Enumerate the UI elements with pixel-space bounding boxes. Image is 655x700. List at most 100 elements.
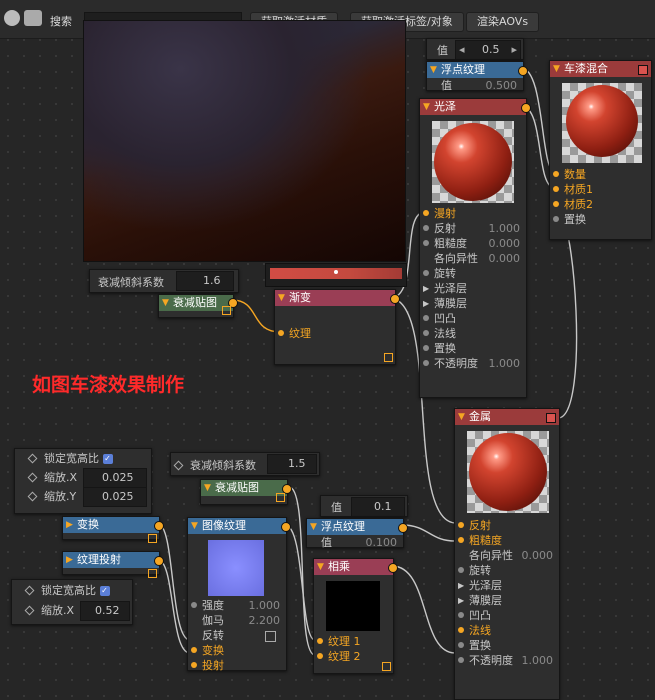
input-thin-film[interactable]: ▶ 薄膜层 bbox=[455, 593, 559, 608]
input-diffuse[interactable]: 漫射 bbox=[420, 206, 526, 221]
falloff-map-node-bottom[interactable]: ▼ 衰减贴图 bbox=[200, 479, 292, 505]
output-port[interactable] bbox=[154, 556, 164, 566]
node-title: 相乘 bbox=[328, 560, 350, 573]
falloff-param-panel-top[interactable]: 衰减倾斜系数 1.6 bbox=[89, 269, 239, 293]
collapse-icon[interactable]: ▼ bbox=[278, 290, 285, 306]
projection-params-panel[interactable]: 锁定宽高比 ✓ 缩放.X 0.52 bbox=[11, 579, 133, 625]
output-port[interactable] bbox=[388, 563, 398, 573]
input-opacity[interactable]: 不透明度 1.000 bbox=[455, 653, 559, 668]
scale-y-field[interactable]: 0.025 bbox=[83, 487, 147, 507]
gradient-node[interactable]: ▼ 渐变 纹理 bbox=[274, 289, 400, 365]
input-texture[interactable]: 纹理 bbox=[275, 326, 395, 341]
input-anisotropy[interactable]: 各向异性 0.000 bbox=[420, 251, 526, 266]
input-invert[interactable]: 反转 bbox=[188, 628, 286, 643]
gradient-knot-icon[interactable] bbox=[334, 270, 338, 274]
collapse-icon[interactable]: ▼ bbox=[317, 559, 324, 575]
input-displacement[interactable]: 置换 bbox=[420, 341, 526, 356]
input-reflection[interactable]: 反射 bbox=[455, 518, 559, 533]
input-projection[interactable]: 投射 bbox=[188, 658, 286, 673]
collapse-icon[interactable]: ▼ bbox=[162, 295, 169, 311]
resize-handle-icon[interactable] bbox=[222, 306, 231, 315]
lock-aspect-row[interactable]: 锁定宽高比 ✓ bbox=[12, 583, 132, 598]
collapse-icon[interactable]: ▼ bbox=[458, 409, 465, 425]
lock-aspect-checkbox[interactable]: ✓ bbox=[99, 586, 110, 596]
output-port[interactable] bbox=[398, 523, 408, 533]
texture-projection-node[interactable]: ▶ 纹理投射 bbox=[62, 551, 164, 578]
input-reflection[interactable]: 反射 1.000 bbox=[420, 221, 526, 236]
value-node-bottom[interactable]: 值 0.1 bbox=[320, 495, 408, 517]
collapse-icon[interactable]: ▶ bbox=[66, 552, 73, 568]
input-coating[interactable]: ▶ 光泽层 bbox=[420, 281, 526, 296]
invert-checkbox[interactable] bbox=[265, 631, 276, 642]
input-transform[interactable]: 变换 bbox=[188, 643, 286, 658]
resize-handle-icon[interactable] bbox=[382, 662, 391, 671]
input-opacity[interactable]: 不透明度 1.000 bbox=[420, 356, 526, 371]
resize-handle-icon[interactable] bbox=[148, 534, 157, 543]
input-thin-film[interactable]: ▶ 薄膜层 bbox=[420, 296, 526, 311]
chevron-left-icon[interactable]: ◂ bbox=[459, 41, 465, 59]
car-paint-mix-node[interactable]: ▼ 车漆混合 数量 材质1 材质2 置换 bbox=[549, 60, 652, 240]
input-bump[interactable]: 凹凸 bbox=[455, 608, 559, 623]
value-node-top[interactable]: 值 ◂ 0.5 ▸ bbox=[426, 38, 524, 60]
scale-x-row[interactable]: 缩放.X 0.025 bbox=[15, 468, 151, 488]
collapse-icon[interactable]: ▼ bbox=[553, 61, 560, 77]
output-port[interactable] bbox=[638, 65, 648, 75]
render-preview[interactable] bbox=[83, 20, 406, 262]
input-displacement[interactable]: 置换 bbox=[455, 638, 559, 653]
output-port[interactable] bbox=[521, 103, 531, 113]
metal-node[interactable]: ▼ 金属 反射 粗糙度 各向异性 0.000 旋转 ▶ 光泽层 ▶ 薄膜层 凹凸 法线 … bbox=[454, 408, 560, 700]
input-roughness[interactable]: 粗糙度 bbox=[455, 533, 559, 548]
output-port[interactable] bbox=[546, 413, 556, 423]
multiply-node[interactable]: ▼ 相乘 纹理 1 纹理 2 bbox=[313, 558, 398, 674]
resize-handle-icon[interactable] bbox=[276, 493, 285, 502]
value-field[interactable]: 0.5 bbox=[482, 41, 500, 59]
input-material-2[interactable]: 材质2 bbox=[550, 197, 651, 212]
output-port[interactable] bbox=[518, 66, 528, 76]
falloff-param-field[interactable]: 1.5 bbox=[267, 454, 317, 474]
transform-params-panel[interactable]: 锁定宽高比 ✓ 缩放.X 0.025 缩放.Y 0.025 bbox=[14, 448, 152, 514]
chevron-right-icon[interactable]: ▸ bbox=[511, 41, 517, 59]
falloff-map-node-top[interactable]: ▼ 衰减贴图 bbox=[158, 294, 238, 318]
input-displacement[interactable]: 置换 bbox=[550, 212, 651, 227]
collapse-icon[interactable]: ▼ bbox=[204, 480, 211, 496]
collapse-icon[interactable]: ▼ bbox=[423, 99, 430, 115]
value-field[interactable]: 0.1 bbox=[351, 497, 405, 517]
gloss-node[interactable]: ▼ 光泽 漫射 反射 1.000 粗糙度 0.000 各向异性 0.000 旋转 ▶ 光泽… bbox=[419, 98, 531, 398]
input-power[interactable]: 强度 1.000 bbox=[188, 598, 286, 613]
transform-node[interactable]: ▶ 变换 bbox=[62, 516, 164, 543]
gradient-ramp[interactable] bbox=[265, 263, 407, 287]
falloff-param-panel-bottom[interactable]: 衰减倾斜系数 1.5 bbox=[170, 452, 320, 476]
image-texture-node[interactable]: ▼ 图像纹理 强度 1.000 伽马 2.200 反转 变换 投射 bbox=[187, 517, 291, 673]
resize-handle-icon[interactable] bbox=[148, 569, 157, 578]
scale-y-row[interactable]: 缩放.Y 0.025 bbox=[15, 487, 151, 507]
collapse-icon[interactable]: ▶ bbox=[66, 517, 73, 533]
lock-aspect-row[interactable]: 锁定宽高比 ✓ bbox=[15, 451, 151, 466]
input-normal[interactable]: 法线 bbox=[455, 623, 559, 638]
lock-aspect-checkbox[interactable]: ✓ bbox=[102, 454, 113, 464]
scale-x-field[interactable]: 0.52 bbox=[80, 601, 130, 621]
input-coating[interactable]: ▶ 光泽层 bbox=[455, 578, 559, 593]
input-amount[interactable]: 数量 bbox=[550, 167, 651, 182]
value-stepper[interactable]: ◂ 0.5 ▸ bbox=[455, 40, 521, 60]
collapse-icon[interactable]: ▼ bbox=[310, 519, 317, 535]
input-texture-1[interactable]: 纹理 1 bbox=[314, 634, 393, 649]
input-bump[interactable]: 凹凸 bbox=[420, 311, 526, 326]
float-texture-node-top[interactable]: ▼ 浮点纹理 值 0.500 bbox=[426, 61, 528, 92]
input-rotation[interactable]: 旋转 bbox=[455, 563, 559, 578]
float-texture-node-bottom[interactable]: ▼ 浮点纹理 值 0.100 bbox=[306, 518, 408, 549]
output-port[interactable] bbox=[281, 522, 291, 532]
output-port[interactable] bbox=[390, 294, 400, 304]
input-normal[interactable]: 法线 bbox=[420, 326, 526, 341]
input-roughness[interactable]: 粗糙度 0.000 bbox=[420, 236, 526, 251]
input-gamma[interactable]: 伽马 2.200 bbox=[188, 613, 286, 628]
collapse-icon[interactable]: ▼ bbox=[191, 518, 198, 534]
scale-x-row[interactable]: 缩放.X 0.52 bbox=[12, 601, 132, 621]
collapse-icon[interactable]: ▼ bbox=[430, 62, 437, 78]
input-anisotropy[interactable]: 各向异性 0.000 bbox=[455, 548, 559, 563]
scale-x-field[interactable]: 0.025 bbox=[83, 468, 147, 488]
input-material-1[interactable]: 材质1 bbox=[550, 182, 651, 197]
output-port[interactable] bbox=[154, 521, 164, 531]
input-rotation[interactable]: 旋转 bbox=[420, 266, 526, 281]
resize-handle-icon[interactable] bbox=[384, 353, 393, 362]
falloff-param-field[interactable]: 1.6 bbox=[176, 271, 234, 291]
